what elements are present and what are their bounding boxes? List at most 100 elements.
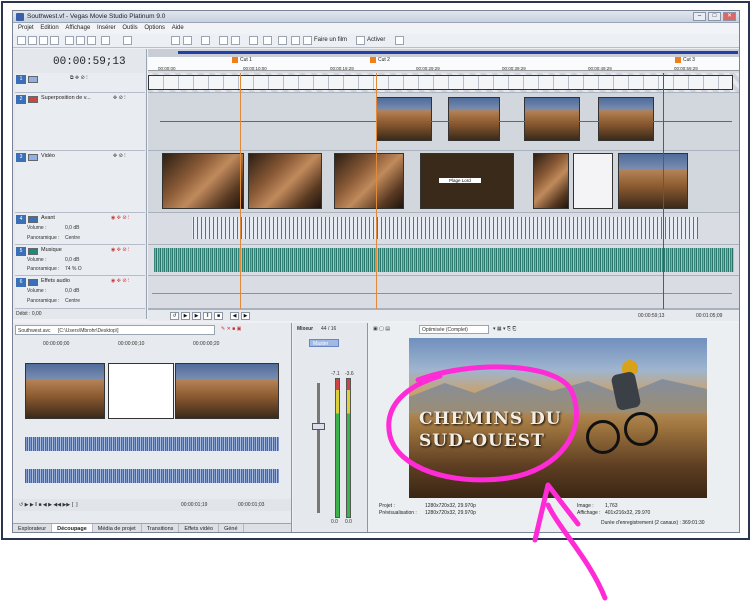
trimmer-waveform-right[interactable] <box>25 469 279 483</box>
tab-effets-video[interactable]: Effets vidéo <box>179 524 220 532</box>
marker-cut-1[interactable]: Cut 1 <box>232 57 252 64</box>
save-icon[interactable] <box>39 36 48 45</box>
play-from-start-icon[interactable]: ▶ <box>181 312 190 320</box>
trimmer-close-icon[interactable]: ✎ ✕ ■ ▣ <box>221 326 241 332</box>
volume-envelope[interactable] <box>152 293 732 294</box>
tab-explorateur[interactable]: Explorateur <box>13 524 53 532</box>
preview-options-icon[interactable]: ▾ ▦ ▾ ⎘ ⎗ <box>493 326 516 332</box>
track-header-6[interactable]: 6 Effets audio ◉ ✜ ⊘ ⁝ Volume : 0,0 dB P… <box>15 276 145 309</box>
video-clip[interactable]: Plage Lord <box>420 153 514 209</box>
preview-toolbar-icons[interactable]: ▣ ▢ ▤ <box>373 326 390 332</box>
track-name[interactable]: Avant <box>41 215 55 221</box>
master-fader[interactable] <box>317 383 320 513</box>
lane-track-5[interactable] <box>148 245 739 276</box>
video-clip[interactable] <box>248 153 322 209</box>
record-arm-icon[interactable]: ◉ ✜ ⊘ ⁝ <box>111 247 130 253</box>
overlay-clip[interactable] <box>524 97 580 141</box>
transition-event[interactable] <box>573 153 613 209</box>
master-bus[interactable]: Master <box>309 339 339 347</box>
video-clip[interactable] <box>618 153 688 209</box>
overlay-clip[interactable] <box>598 97 654 141</box>
video-clip[interactable] <box>162 153 244 209</box>
trimmer-waveform-left[interactable] <box>25 437 279 451</box>
marker-cut-3[interactable]: Cut 3 <box>675 57 695 64</box>
track-motion-icon[interactable]: ⧉ ✜ ⊘ ⁝ <box>70 75 88 81</box>
cut-icon[interactable] <box>65 36 74 45</box>
menu-aide[interactable]: Aide <box>172 23 184 34</box>
menu-affichage[interactable]: Affichage <box>65 23 90 34</box>
make-movie-button[interactable]: Faire un film <box>314 37 347 43</box>
properties-icon[interactable] <box>50 36 59 45</box>
audio-clip-avant[interactable] <box>192 217 698 239</box>
activate-icon[interactable] <box>356 36 365 45</box>
track-header-5[interactable]: 5 Musique ◉ ✜ ⊘ ⁝ Volume : 0,0 dB Panora… <box>15 245 145 276</box>
undo-icon[interactable] <box>101 36 110 45</box>
minimize-button[interactable]: – <box>693 12 706 21</box>
overlay-clip[interactable] <box>376 97 432 141</box>
opacity-envelope[interactable] <box>160 121 732 122</box>
lane-track-4[interactable] <box>148 213 739 245</box>
video-clip[interactable] <box>334 153 404 209</box>
menu-outils[interactable]: Outils <box>122 23 137 34</box>
trimmer-thumbnail[interactable] <box>25 363 105 419</box>
make-movie-icon[interactable] <box>303 36 312 45</box>
paste-icon[interactable] <box>87 36 96 45</box>
copy-icon[interactable] <box>76 36 85 45</box>
selection-tool-icon[interactable] <box>249 36 258 45</box>
lane-track-1[interactable] <box>148 73 739 93</box>
menu-options[interactable]: Options <box>144 23 165 34</box>
trimmer-file-select[interactable]: Southwest.avc [C:\Users\Mbrohr\Desktop\] <box>15 325 215 335</box>
playhead-cursor[interactable] <box>663 73 664 309</box>
pause-icon[interactable]: ‖ <box>203 312 212 320</box>
activate-button[interactable]: Activer <box>367 37 385 43</box>
track-header-3[interactable]: 3 Vidéo ✜ ⊘ ⁝ <box>15 151 145 213</box>
help-pointer-icon[interactable] <box>395 36 404 45</box>
track-name[interactable]: Superposition de v... <box>41 95 91 101</box>
close-button[interactable]: ✕ <box>723 12 736 21</box>
maximize-button[interactable]: □ <box>708 12 721 21</box>
tab-generateurs[interactable]: Géné <box>219 524 244 532</box>
stop-icon[interactable]: ■ <box>214 312 223 320</box>
lane-track-2[interactable] <box>148 93 739 151</box>
menu-inserer[interactable]: Insérer <box>97 23 116 34</box>
tab-decoupage[interactable]: Découpage <box>52 524 93 532</box>
empty-event[interactable] <box>148 75 733 90</box>
zoom-tool-icon[interactable] <box>263 36 272 45</box>
envelope-tool-icon[interactable] <box>231 36 240 45</box>
track-fx-icon[interactable]: ✜ ⊘ ⁝ <box>113 153 126 159</box>
redo-icon[interactable] <box>123 36 132 45</box>
next-frame-icon[interactable]: ▶ <box>241 312 250 320</box>
split-icon[interactable] <box>278 36 287 45</box>
normal-edit-tool-icon[interactable] <box>219 36 228 45</box>
track-name[interactable]: Vidéo <box>41 153 55 159</box>
lane-track-3[interactable]: Plage Lord <box>148 151 739 213</box>
snap-icon[interactable] <box>171 36 180 45</box>
track-header-2[interactable]: 2 Superposition de v... ✜ ⊘ ⁝ <box>15 93 145 151</box>
lane-track-6[interactable] <box>148 276 739 309</box>
preview-quality-select[interactable]: Optimisée (Complet) <box>419 325 489 334</box>
record-arm-icon[interactable]: ◉ ✜ ⊘ ⁝ <box>111 215 130 221</box>
autoripple-icon[interactable] <box>183 36 192 45</box>
track-header-1[interactable]: 1 ⧉ ✜ ⊘ ⁝ <box>15 73 145 93</box>
loop-region[interactable] <box>178 51 738 54</box>
video-clip[interactable] <box>533 153 569 209</box>
time-ruler[interactable]: Cut 1 Cut 2 Cut 3 00:00:00 00:00:10:00 0… <box>148 57 739 71</box>
new-icon[interactable] <box>17 36 26 45</box>
trimmer-play-icon[interactable]: ↺ ▶ ▶ ‖ ■ ◀ ▶ ◀◀ ▶▶ ⟦ ⟧ <box>19 502 78 508</box>
audio-clip-music[interactable] <box>154 248 734 272</box>
loop-icon[interactable]: ↺ <box>170 312 179 320</box>
zoom-icon[interactable] <box>291 36 300 45</box>
marker-cut-2[interactable]: Cut 2 <box>370 57 390 64</box>
master-fader-knob[interactable] <box>312 423 325 430</box>
record-arm-icon[interactable]: ◉ ✜ ⊘ ⁝ <box>111 278 130 284</box>
menu-edition[interactable]: Edition <box>40 23 58 34</box>
lock-envelope-icon[interactable] <box>201 36 210 45</box>
tab-media-de-projet[interactable]: Média de projet <box>93 524 142 532</box>
menu-projet[interactable]: Projet <box>18 23 34 34</box>
play-icon[interactable]: ▶ <box>192 312 201 320</box>
track-fx-icon[interactable]: ✜ ⊘ ⁝ <box>113 95 126 101</box>
track-name[interactable]: Effets audio <box>41 278 70 284</box>
track-name[interactable]: Musique <box>41 247 62 253</box>
track-header-4[interactable]: 4 Avant ◉ ✜ ⊘ ⁝ Volume : 0,0 dB Panorami… <box>15 213 145 245</box>
trimmer-thumbnail[interactable] <box>175 363 279 419</box>
